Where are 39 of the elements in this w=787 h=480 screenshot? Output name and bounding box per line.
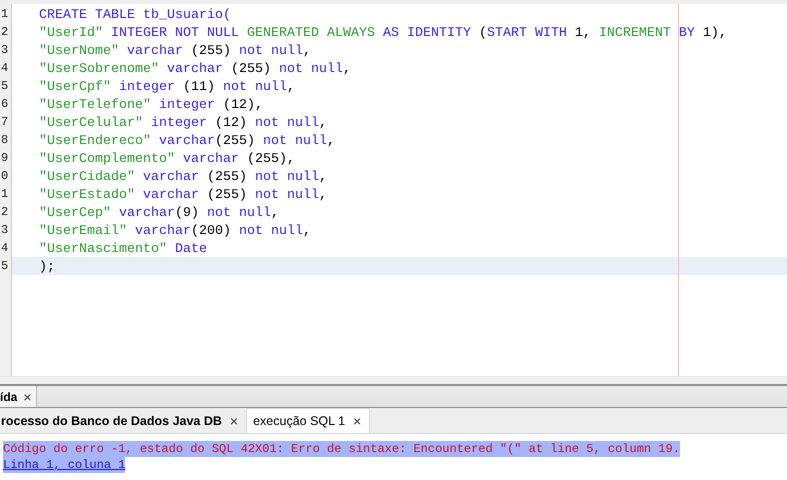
panel-splitter[interactable] <box>0 376 787 386</box>
error-message: Código do erro -1, estado do SQL 42X01: Erro de sintaxe: Encountered "(" at line 5, column 19. <box>3 441 680 457</box>
code-line: "UserSobrenome" varchar (255) not null, <box>39 62 351 77</box>
code-line: ); <box>39 260 55 275</box>
line-number: 1 <box>0 186 10 203</box>
code-line: "UserCidade" varchar (255) not null, <box>39 170 327 185</box>
line-number: 9 <box>0 150 10 167</box>
line-number: 6 <box>0 96 10 113</box>
line-number: 0 <box>0 168 10 185</box>
code-line: "UserId" INTEGER NOT NULL GENERATED ALWAYS AS IDENTITY (START WITH 1, INCREMENT BY 1), <box>39 26 727 41</box>
close-icon[interactable]: × <box>230 413 238 429</box>
line-number: 1 <box>0 6 10 23</box>
code-line: "UserNascimento" Date <box>39 242 207 257</box>
line-number: 5 <box>0 78 10 95</box>
code-line: "UserTelefone" integer (12), <box>39 98 263 113</box>
line-number: 7 <box>0 114 10 131</box>
output-link[interactable]: Linha 1, coluna 1 <box>3 457 126 473</box>
code-line: "UserEndereco" varchar(255) not null, <box>39 134 335 149</box>
line-number: 8 <box>0 132 10 149</box>
output-tab[interactable]: execução SQL 1 × <box>246 408 370 433</box>
line-number: 3 <box>0 42 10 59</box>
line-number: 3 <box>0 222 10 239</box>
code-line: "UserEmail" varchar(200) not null, <box>39 224 311 239</box>
code-line: "UserEstado" varchar (255) not null, <box>39 188 327 203</box>
line-number: 4 <box>0 240 10 257</box>
code-line: "UserNome" varchar (255) not null, <box>39 44 311 59</box>
line-number: 5 <box>0 258 10 275</box>
close-icon[interactable]: × <box>23 388 32 404</box>
line-number: 2 <box>0 204 10 221</box>
code-line: "UserCelular" integer (12) not null, <box>39 116 327 131</box>
line-number: 4 <box>0 60 10 77</box>
code-line: "UserComplemento" varchar (255), <box>39 152 295 167</box>
code-line: "UserCep" varchar(9) not null, <box>39 206 279 221</box>
code-line: CREATE TABLE tb_Usuario( <box>39 8 231 23</box>
line-number: 2 <box>0 24 10 41</box>
panel-tab[interactable]: ída × <box>0 386 37 407</box>
output-tab[interactable]: rocesso do Banco de Dados Java DB × <box>0 409 246 433</box>
close-icon[interactable]: × <box>353 413 362 429</box>
code-line: "UserCpf" integer (11) not null, <box>39 80 295 95</box>
